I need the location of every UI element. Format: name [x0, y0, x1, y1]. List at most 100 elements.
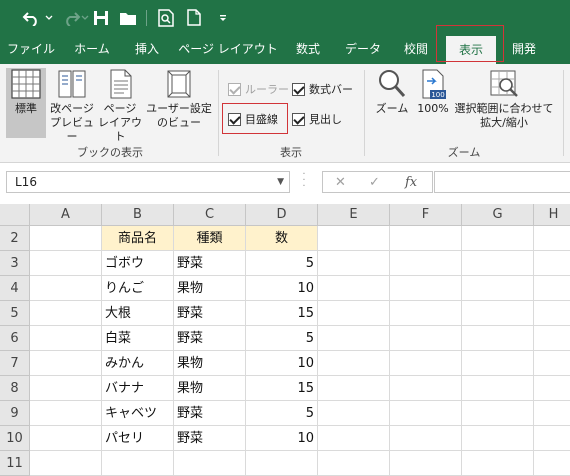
headings-checkbox[interactable]: 見出し: [292, 111, 342, 127]
cell-h10[interactable]: [534, 426, 570, 451]
cancel-icon[interactable]: ✕: [335, 175, 346, 190]
normal-view-button[interactable]: 標準: [6, 68, 46, 138]
cell-g3[interactable]: [462, 251, 534, 276]
cell-h6[interactable]: [534, 326, 570, 351]
cell-f2[interactable]: [390, 226, 462, 251]
cell-c7[interactable]: 果物: [174, 351, 246, 376]
cell-d7[interactable]: 10: [246, 351, 318, 376]
cell-d11[interactable]: [246, 451, 318, 476]
column-header-a[interactable]: A: [30, 204, 102, 226]
customize-qat-icon[interactable]: [216, 0, 230, 35]
tab-data[interactable]: データ: [336, 35, 390, 64]
row-header-6[interactable]: 6: [0, 326, 30, 351]
tab-view[interactable]: 表示: [446, 36, 496, 64]
cell-f5[interactable]: [390, 301, 462, 326]
row-header-5[interactable]: 5: [0, 301, 30, 326]
cell-a2[interactable]: [30, 226, 102, 251]
gridlines-checkbox-box[interactable]: [228, 112, 241, 126]
row-header-2[interactable]: 2: [0, 226, 30, 251]
cell-f8[interactable]: [390, 376, 462, 401]
cell-c5[interactable]: 野菜: [174, 301, 246, 326]
open-icon[interactable]: [117, 0, 139, 35]
row-header-7[interactable]: 7: [0, 351, 30, 376]
cell-d9[interactable]: 5: [246, 401, 318, 426]
cell-e7[interactable]: [318, 351, 390, 376]
column-header-e[interactable]: E: [318, 204, 390, 226]
tab-review[interactable]: 校閲: [394, 35, 438, 64]
column-header-c[interactable]: C: [174, 204, 246, 226]
cell-g8[interactable]: [462, 376, 534, 401]
cell-d2[interactable]: 数: [246, 226, 318, 251]
cell-e11[interactable]: [318, 451, 390, 476]
column-header-d[interactable]: D: [246, 204, 318, 226]
page-break-preview-button[interactable]: 改ページ プレビュー: [48, 68, 96, 143]
cell-h2[interactable]: [534, 226, 570, 251]
cell-a6[interactable]: [30, 326, 102, 351]
page-layout-view-button[interactable]: ページ レイアウト: [96, 68, 144, 143]
cell-a3[interactable]: [30, 251, 102, 276]
cell-f6[interactable]: [390, 326, 462, 351]
name-box[interactable]: L16 ▼: [6, 171, 290, 193]
cell-e2[interactable]: [318, 226, 390, 251]
formula-input[interactable]: [434, 171, 570, 193]
cell-g10[interactable]: [462, 426, 534, 451]
tab-developer[interactable]: 開発: [504, 35, 544, 64]
cell-b11[interactable]: [102, 451, 174, 476]
select-all-corner[interactable]: [0, 204, 30, 226]
cell-f11[interactable]: [390, 451, 462, 476]
cell-b5[interactable]: 大根: [102, 301, 174, 326]
cell-g7[interactable]: [462, 351, 534, 376]
print-preview-icon[interactable]: [155, 0, 177, 35]
cell-b7[interactable]: みかん: [102, 351, 174, 376]
tab-file[interactable]: ファイル: [6, 35, 56, 64]
cell-b8[interactable]: バナナ: [102, 376, 174, 401]
formula-bar-checkbox-box[interactable]: [292, 82, 305, 96]
tab-page-layout[interactable]: ページ レイアウト: [176, 35, 280, 64]
cell-f7[interactable]: [390, 351, 462, 376]
cell-h9[interactable]: [534, 401, 570, 426]
cell-c2[interactable]: 種類: [174, 226, 246, 251]
zoom-button[interactable]: ズーム: [370, 68, 414, 140]
cell-h4[interactable]: [534, 276, 570, 301]
cell-a11[interactable]: [30, 451, 102, 476]
cell-c8[interactable]: 果物: [174, 376, 246, 401]
cell-h8[interactable]: [534, 376, 570, 401]
cell-e8[interactable]: [318, 376, 390, 401]
cell-e6[interactable]: [318, 326, 390, 351]
cell-c6[interactable]: 野菜: [174, 326, 246, 351]
zoom-100-button[interactable]: 100 100%: [414, 68, 452, 140]
cell-b3[interactable]: ゴボウ: [102, 251, 174, 276]
new-file-icon[interactable]: [184, 0, 204, 35]
cell-c4[interactable]: 果物: [174, 276, 246, 301]
gridlines-checkbox[interactable]: 目盛線: [228, 111, 278, 127]
row-header-8[interactable]: 8: [0, 376, 30, 401]
cell-d10[interactable]: 10: [246, 426, 318, 451]
tab-insert[interactable]: 挿入: [124, 35, 170, 64]
cell-e5[interactable]: [318, 301, 390, 326]
cell-f3[interactable]: [390, 251, 462, 276]
cell-d8[interactable]: 15: [246, 376, 318, 401]
zoom-to-selection-button[interactable]: 選択範囲に合わせて 拡大/縮小: [452, 68, 556, 140]
resize-handle-icon[interactable]: · · ·: [300, 170, 308, 192]
cell-g11[interactable]: [462, 451, 534, 476]
formula-bar-checkbox[interactable]: 数式バー: [292, 81, 353, 97]
cell-b10[interactable]: パセリ: [102, 426, 174, 451]
cell-g5[interactable]: [462, 301, 534, 326]
cell-c9[interactable]: 野菜: [174, 401, 246, 426]
cell-e10[interactable]: [318, 426, 390, 451]
cell-g4[interactable]: [462, 276, 534, 301]
cell-a7[interactable]: [30, 351, 102, 376]
cell-f9[interactable]: [390, 401, 462, 426]
row-header-3[interactable]: 3: [0, 251, 30, 276]
cell-a5[interactable]: [30, 301, 102, 326]
row-header-11[interactable]: 11: [0, 451, 30, 476]
cell-b4[interactable]: りんご: [102, 276, 174, 301]
cell-f10[interactable]: [390, 426, 462, 451]
cell-h5[interactable]: [534, 301, 570, 326]
cell-f4[interactable]: [390, 276, 462, 301]
insert-function-icon[interactable]: fx: [405, 175, 417, 190]
column-header-b[interactable]: B: [102, 204, 174, 226]
cell-g6[interactable]: [462, 326, 534, 351]
headings-checkbox-box[interactable]: [292, 112, 305, 126]
cell-e4[interactable]: [318, 276, 390, 301]
